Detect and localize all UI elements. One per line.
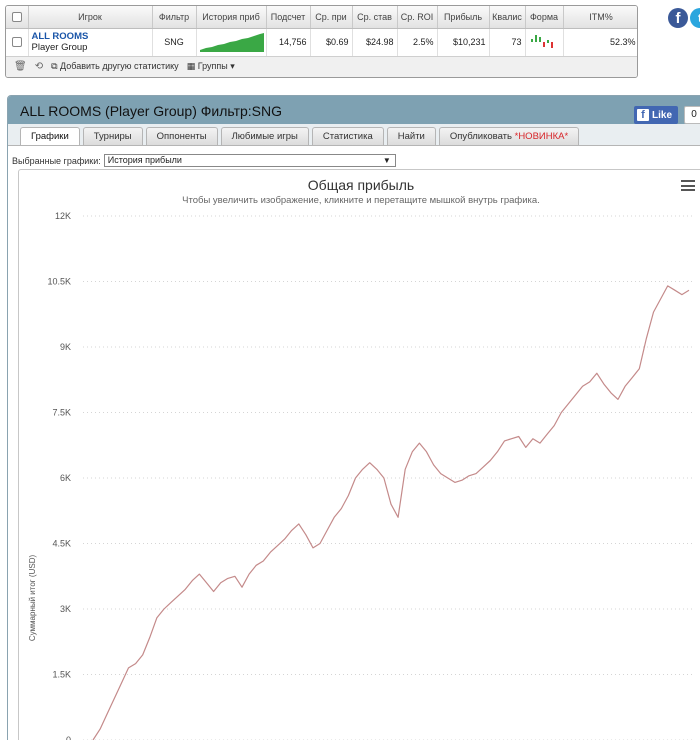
stats-toolbar: 🗑 ⟲ ⧉ Добавить другую статистику ▦ Групп… — [6, 56, 637, 77]
panel-title: ALL ROOMS (Player Group) Фильтр:SNG — [20, 103, 283, 119]
avg-stake-cell: $24.98 — [352, 28, 398, 57]
column-header-avg-stake[interactable]: Ср. став — [352, 6, 398, 29]
avg-profit-cell: $0.69 — [310, 28, 353, 57]
tab-content: Выбранные графики: История прибыли ▼ Общ… — [8, 145, 700, 740]
form-chart[interactable] — [525, 28, 564, 57]
column-header-profit[interactable]: Прибыль — [437, 6, 490, 29]
tab-statistics[interactable]: Статистика — [311, 127, 384, 145]
y-tick-label: 0 — [66, 735, 71, 740]
tab-favorite-games[interactable]: Любимые игры — [220, 127, 309, 145]
tab-publish-label: Опубликовать — [449, 131, 512, 142]
stats-table: Игрок Фильтр История приб Подсчет Ср. пр… — [6, 6, 637, 57]
tab-tournaments[interactable]: Турниры — [82, 127, 143, 145]
filter-cell: SNG — [152, 28, 197, 57]
column-header-player[interactable]: Игрок — [28, 6, 153, 29]
column-header-form[interactable]: Форма — [525, 6, 564, 29]
y-tick-label: 3K — [60, 604, 71, 614]
add-icon: ⧉ — [51, 61, 58, 71]
main-panel: ALL ROOMS (Player Group) Фильтр:SNG f Li… — [7, 95, 700, 740]
facebook-icon: f — [637, 109, 649, 121]
tab-bar: Графики Турниры Оппоненты Любимые игры С… — [20, 127, 580, 146]
new-badge: *НОВИНКА* — [514, 131, 569, 142]
select-all-checkbox[interactable] — [6, 6, 29, 29]
y-tick-label: 7.5K — [52, 408, 71, 418]
panel-header: ALL ROOMS (Player Group) Фильтр:SNG — [8, 96, 700, 124]
stats-header-row: Игрок Фильтр История приб Подсчет Ср. пр… — [6, 6, 637, 29]
column-header-avg-roi[interactable]: Ср. ROI — [397, 6, 438, 29]
facebook-like-button[interactable]: f Like — [634, 106, 679, 124]
table-row: ALL ROOMS Player Group SNG 14,756 $0.69 … — [6, 28, 637, 57]
like-count: 0 — [684, 106, 700, 124]
profit-line-chart[interactable]: 0 1.5K 3K 4.5K 6K 7.5K 9K 10.5K 12K Суммарный ито… — [19, 170, 700, 740]
chart-container[interactable]: Общая прибыль Чтобы увеличить изображени… — [18, 169, 700, 740]
avg-roi-cell: 2.5% — [397, 28, 438, 57]
column-header-ability[interactable]: Квалис — [489, 6, 526, 29]
add-stat-label: Добавить другую статистику — [60, 61, 179, 71]
chart-selector-row: Выбранные графики: История прибыли ▼ — [12, 154, 396, 167]
itm-cell: 52.3% — [563, 28, 637, 57]
column-header-count[interactable]: Подсчет — [266, 6, 311, 29]
tab-opponents[interactable]: Оппоненты — [145, 127, 218, 145]
y-tick-label: 10.5K — [47, 277, 71, 287]
twitter-icon[interactable]: t — [690, 8, 700, 28]
count-cell: 14,756 — [266, 28, 311, 57]
player-cell: ALL ROOMS Player Group — [28, 28, 153, 57]
y-tick-label: 9K — [60, 342, 71, 352]
tab-charts[interactable]: Графики — [20, 127, 80, 146]
y-tick-label: 4.5K — [52, 539, 71, 549]
row-checkbox[interactable] — [6, 28, 29, 57]
y-axis-label: Суммарный итог (USD) — [28, 555, 37, 642]
profit-cell: $10,231 — [437, 28, 490, 57]
y-tick-label: 6K — [60, 473, 71, 483]
series-line-0[interactable] — [92, 285, 690, 740]
groups-button[interactable]: ▦ Группы ▾ — [187, 61, 235, 72]
column-header-avg-profit[interactable]: Ср. при — [310, 6, 353, 29]
trash-icon[interactable]: 🗑 — [14, 61, 27, 72]
like-label: Like — [652, 109, 673, 121]
chart-select-dropdown[interactable]: История прибыли ▼ — [103, 154, 396, 167]
ability-cell: 73 — [489, 28, 526, 57]
profit-history-sparkline[interactable] — [196, 28, 267, 57]
tab-publish[interactable]: Опубликовать *НОВИНКА* — [438, 127, 580, 145]
tab-find[interactable]: Найти — [386, 127, 436, 145]
column-header-profit-history[interactable]: История приб — [196, 6, 267, 29]
y-tick-label: 12K — [55, 211, 71, 221]
stats-table-box: Игрок Фильтр История приб Подсчет Ср. пр… — [5, 5, 638, 78]
player-name-link[interactable]: ALL ROOMS — [32, 31, 149, 42]
facebook-icon[interactable]: f — [668, 8, 688, 28]
chart-select-value: История прибыли — [107, 155, 182, 165]
player-group-label: Player Group — [31, 42, 88, 53]
chevron-down-icon: ▼ — [382, 156, 391, 165]
column-header-filter[interactable]: Фильтр — [152, 6, 197, 29]
groups-label: Группы — [197, 61, 228, 71]
link-icon[interactable]: ⟲ — [35, 61, 43, 72]
y-tick-label: 1.5K — [52, 670, 71, 680]
chevron-down-icon: ▾ — [230, 61, 235, 71]
selected-chart-label: Выбранные графики: — [12, 155, 101, 166]
groups-icon: ▦ — [186, 61, 196, 71]
add-stat-button[interactable]: ⧉ Добавить другую статистику — [51, 61, 179, 72]
column-header-itm[interactable]: ITM% — [563, 6, 637, 29]
